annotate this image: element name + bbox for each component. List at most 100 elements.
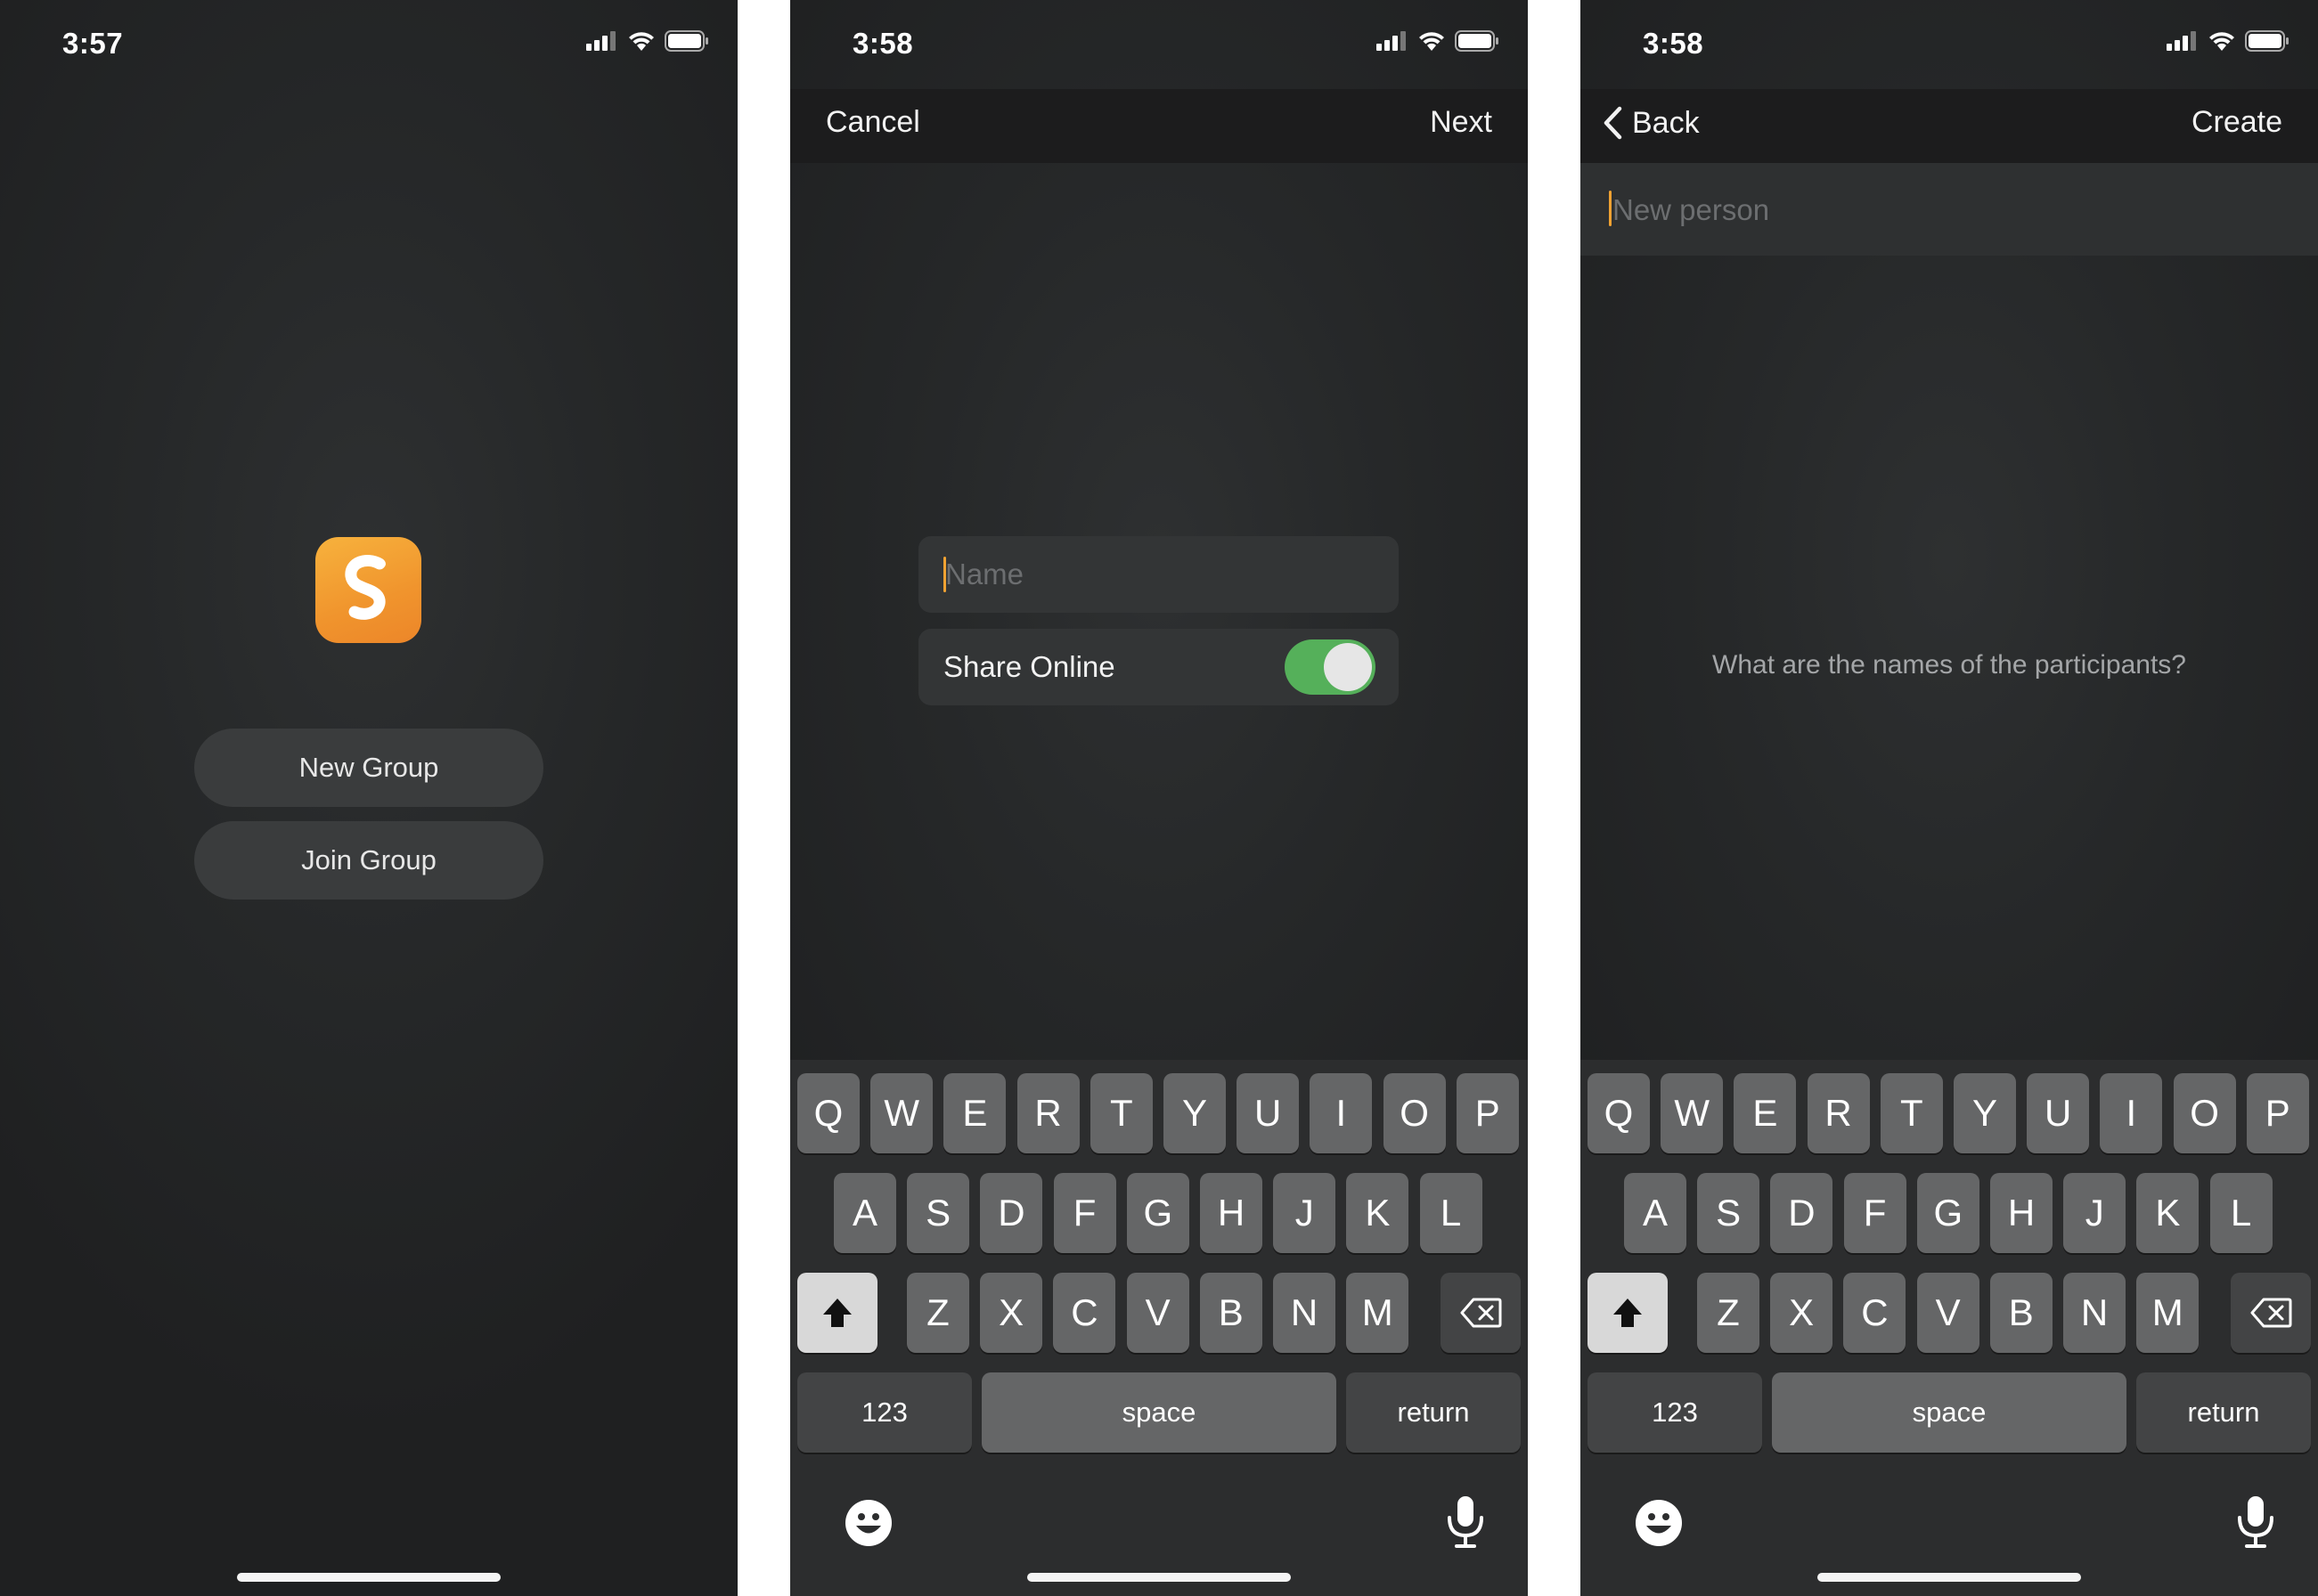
new-person-placeholder: New person xyxy=(1612,193,1770,226)
key-d[interactable]: D xyxy=(980,1173,1043,1253)
screen-welcome: 3:57 New Group Join Group xyxy=(0,0,738,1596)
key-b[interactable]: B xyxy=(1989,1273,2053,1353)
key-x[interactable]: X xyxy=(1770,1273,1833,1353)
new-person-field[interactable]: New person xyxy=(1580,163,2318,256)
key-h[interactable]: H xyxy=(1990,1173,2053,1253)
participants-prompt: What are the names of the participants? xyxy=(1712,650,2186,680)
key-o[interactable]: O xyxy=(1383,1073,1446,1153)
numbers-key[interactable]: 123 xyxy=(1588,1372,1762,1453)
space-key-label: space xyxy=(1122,1396,1196,1428)
key-r[interactable]: R xyxy=(1016,1073,1080,1153)
return-key[interactable]: return xyxy=(1346,1372,1521,1453)
key-e[interactable]: E xyxy=(1734,1073,1797,1153)
home-indicator[interactable] xyxy=(237,1573,501,1582)
numbers-key[interactable]: 123 xyxy=(797,1372,972,1453)
battery-icon xyxy=(665,30,708,52)
back-button[interactable]: Back xyxy=(1602,105,1700,141)
key-m[interactable]: M xyxy=(2136,1273,2200,1353)
shift-key[interactable] xyxy=(1588,1273,1668,1353)
return-key[interactable]: return xyxy=(2136,1372,2311,1453)
home-indicator[interactable] xyxy=(1817,1573,2081,1582)
signal-icon xyxy=(1376,31,1406,51)
key-a[interactable]: A xyxy=(1624,1173,1686,1253)
delete-icon xyxy=(1460,1298,1502,1328)
key-p[interactable]: P xyxy=(1456,1073,1519,1153)
nav-bar: Cancel Next xyxy=(790,89,1528,163)
key-s[interactable]: S xyxy=(1697,1173,1760,1253)
shift-icon xyxy=(1613,1299,1642,1327)
key-c[interactable]: C xyxy=(1053,1273,1116,1353)
status-icons xyxy=(1376,30,1499,52)
emoji-icon[interactable] xyxy=(1634,1498,1684,1552)
create-button[interactable]: Create xyxy=(2191,105,2282,140)
key-l[interactable]: L xyxy=(1419,1173,1482,1253)
key-s[interactable]: S xyxy=(907,1173,970,1253)
key-o[interactable]: O xyxy=(2173,1073,2236,1153)
nav-bar: Back Create xyxy=(1580,89,2318,163)
key-g[interactable]: G xyxy=(1916,1173,1979,1253)
delete-key[interactable] xyxy=(2231,1273,2311,1353)
key-i[interactable]: I xyxy=(1310,1073,1373,1153)
key-n[interactable]: N xyxy=(1273,1273,1335,1353)
home-indicator[interactable] xyxy=(1027,1573,1291,1582)
key-j[interactable]: J xyxy=(1273,1173,1336,1253)
group-name-field[interactable]: Name xyxy=(918,536,1399,613)
key-z[interactable]: Z xyxy=(1697,1273,1759,1353)
wifi-icon xyxy=(2209,32,2234,51)
share-online-toggle[interactable] xyxy=(1285,639,1375,695)
text-caret xyxy=(1609,191,1612,226)
space-key[interactable]: space xyxy=(1772,1372,2126,1453)
key-l[interactable]: L xyxy=(2209,1173,2273,1253)
join-group-button[interactable]: Join Group xyxy=(194,821,543,900)
cancel-button[interactable]: Cancel xyxy=(826,105,920,140)
key-a[interactable]: A xyxy=(834,1173,896,1253)
back-label: Back xyxy=(1632,105,1700,140)
next-button[interactable]: Next xyxy=(1430,105,1492,140)
key-z[interactable]: Z xyxy=(907,1273,969,1353)
key-u[interactable]: U xyxy=(2027,1073,2090,1153)
key-w[interactable]: W xyxy=(1661,1073,1724,1153)
key-g[interactable]: G xyxy=(1126,1173,1189,1253)
key-x[interactable]: X xyxy=(980,1273,1043,1353)
key-p[interactable]: P xyxy=(2246,1073,2309,1153)
space-key-label: space xyxy=(1912,1396,1987,1428)
key-h[interactable]: H xyxy=(1200,1173,1262,1253)
key-c[interactable]: C xyxy=(1843,1273,1906,1353)
key-y[interactable]: Y xyxy=(1163,1073,1226,1153)
new-group-button[interactable]: New Group xyxy=(194,729,543,807)
key-t[interactable]: T xyxy=(1090,1073,1153,1153)
key-v[interactable]: V xyxy=(1126,1273,1189,1353)
emoji-icon[interactable] xyxy=(844,1498,894,1552)
key-t[interactable]: T xyxy=(1880,1073,1943,1153)
key-e[interactable]: E xyxy=(943,1073,1007,1153)
delete-key[interactable] xyxy=(1441,1273,1521,1353)
shift-key[interactable] xyxy=(797,1273,877,1353)
key-f[interactable]: F xyxy=(1843,1173,1906,1253)
wifi-icon xyxy=(1419,32,1444,51)
key-k[interactable]: K xyxy=(2136,1173,2200,1253)
key-u[interactable]: U xyxy=(1237,1073,1300,1153)
key-f[interactable]: F xyxy=(1053,1173,1116,1253)
key-q[interactable]: Q xyxy=(1588,1073,1650,1153)
key-q[interactable]: Q xyxy=(797,1073,860,1153)
key-w[interactable]: W xyxy=(870,1073,934,1153)
key-r[interactable]: R xyxy=(1807,1073,1870,1153)
key-n[interactable]: N xyxy=(2063,1273,2126,1353)
space-key[interactable]: space xyxy=(982,1372,1336,1453)
key-b[interactable]: B xyxy=(1199,1273,1262,1353)
screen-participants: 3:58 Back Create New person What are the… xyxy=(1580,0,2318,1596)
battery-icon xyxy=(2245,30,2289,52)
key-v[interactable]: V xyxy=(1916,1273,1979,1353)
status-icons xyxy=(2167,30,2289,52)
key-j[interactable]: J xyxy=(2063,1173,2126,1253)
key-y[interactable]: Y xyxy=(1954,1073,2016,1153)
shift-icon xyxy=(823,1299,852,1327)
key-d[interactable]: D xyxy=(1770,1173,1833,1253)
microphone-icon[interactable] xyxy=(2231,1494,2281,1554)
microphone-icon[interactable] xyxy=(1441,1494,1490,1554)
key-m[interactable]: M xyxy=(1346,1273,1409,1353)
key-k[interactable]: K xyxy=(1346,1173,1409,1253)
status-icons xyxy=(586,30,709,52)
signal-icon xyxy=(586,31,616,51)
key-i[interactable]: I xyxy=(2100,1073,2163,1153)
